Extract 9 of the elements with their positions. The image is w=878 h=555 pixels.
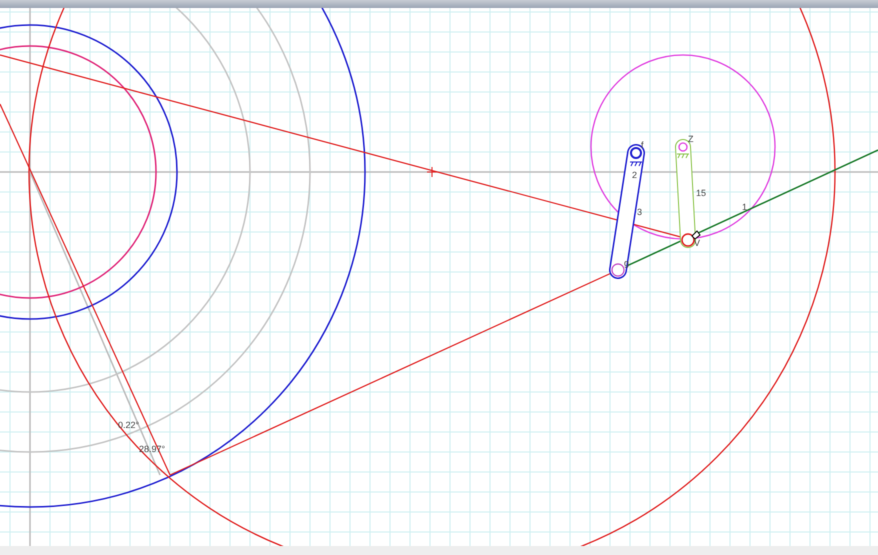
point-label: 3 xyxy=(637,207,642,217)
point-label: Z xyxy=(688,134,694,144)
point-label: f xyxy=(641,140,644,150)
point-label: 15 xyxy=(696,188,706,198)
point-label: 1 xyxy=(742,202,748,212)
point-label: 2 xyxy=(632,170,638,180)
cross-marker-icon xyxy=(426,166,438,178)
angle-label: 0.22° xyxy=(118,420,140,430)
point-label: V xyxy=(694,238,700,248)
